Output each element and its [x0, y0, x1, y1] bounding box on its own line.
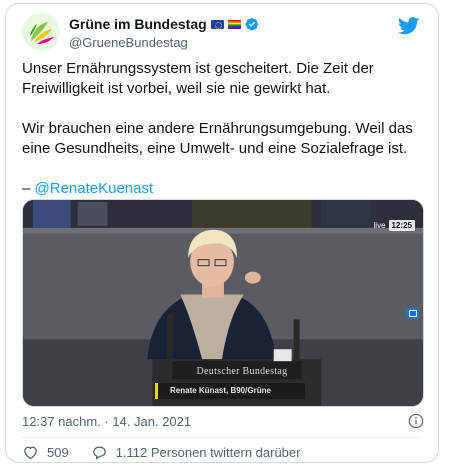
- name-row: Grüne im Bundestag: [69, 16, 259, 32]
- tweet-actions: 509 1.112 Personen twittern darüber: [22, 444, 322, 461]
- mention-link[interactable]: @RenateKuenast: [35, 180, 154, 197]
- video-media[interactable]: live 12:25 Deutscher Bundestag Renate Kü…: [22, 199, 424, 407]
- avatar[interactable]: [22, 13, 60, 51]
- like-count: 509: [47, 445, 69, 460]
- tweet-text: Unser Ernährungssystem ist gescheitert. …: [22, 59, 422, 199]
- heart-icon: [24, 446, 37, 460]
- twitter-bird-icon[interactable]: [398, 17, 420, 35]
- tweet-paragraph-1: Unser Ernährungssystem ist gescheitert. …: [22, 60, 374, 97]
- live-label: live: [373, 221, 386, 230]
- lectern-label: Deutscher Bundestag: [196, 366, 288, 377]
- rainbow-flag-icon: [227, 19, 241, 29]
- discussion-text: 1.112 Personen twittern darüber: [115, 445, 301, 460]
- expand-icon[interactable]: [406, 308, 419, 319]
- tweet-header: Grüne im Bundestag @GrueneBundestag: [22, 13, 424, 53]
- video-caption: Renate Künast, B90/Grüne: [155, 383, 305, 399]
- discussion-button[interactable]: 1.112 Personen twittern darüber: [91, 444, 301, 461]
- tweet-attribution: – @RenateKuenast: [22, 179, 422, 199]
- tweet-card[interactable]: Grüne im Bundestag @GrueneBundestag Unse…: [5, 3, 439, 463]
- sunflower-logo-icon: [22, 13, 60, 51]
- tweet-timestamp[interactable]: 12:37 nachm. · 14. Jan. 2021: [22, 414, 191, 429]
- handle[interactable]: @GrueneBundestag: [69, 35, 188, 50]
- like-button[interactable]: 509: [22, 444, 69, 461]
- live-indicator: live 12:25: [374, 220, 415, 231]
- attribution-prefix: –: [22, 180, 35, 197]
- live-time: 12:25: [388, 220, 415, 231]
- reply-bubble-icon: [92, 446, 106, 460]
- display-name[interactable]: Grüne im Bundestag: [69, 16, 207, 32]
- tweet-paragraph-2: Wir brauchen eine andere Ernährungsumgeb…: [22, 120, 413, 157]
- eu-flag-icon: [210, 19, 224, 29]
- info-icon[interactable]: [408, 413, 424, 429]
- divider: [22, 437, 422, 438]
- verified-badge-icon: [245, 17, 258, 31]
